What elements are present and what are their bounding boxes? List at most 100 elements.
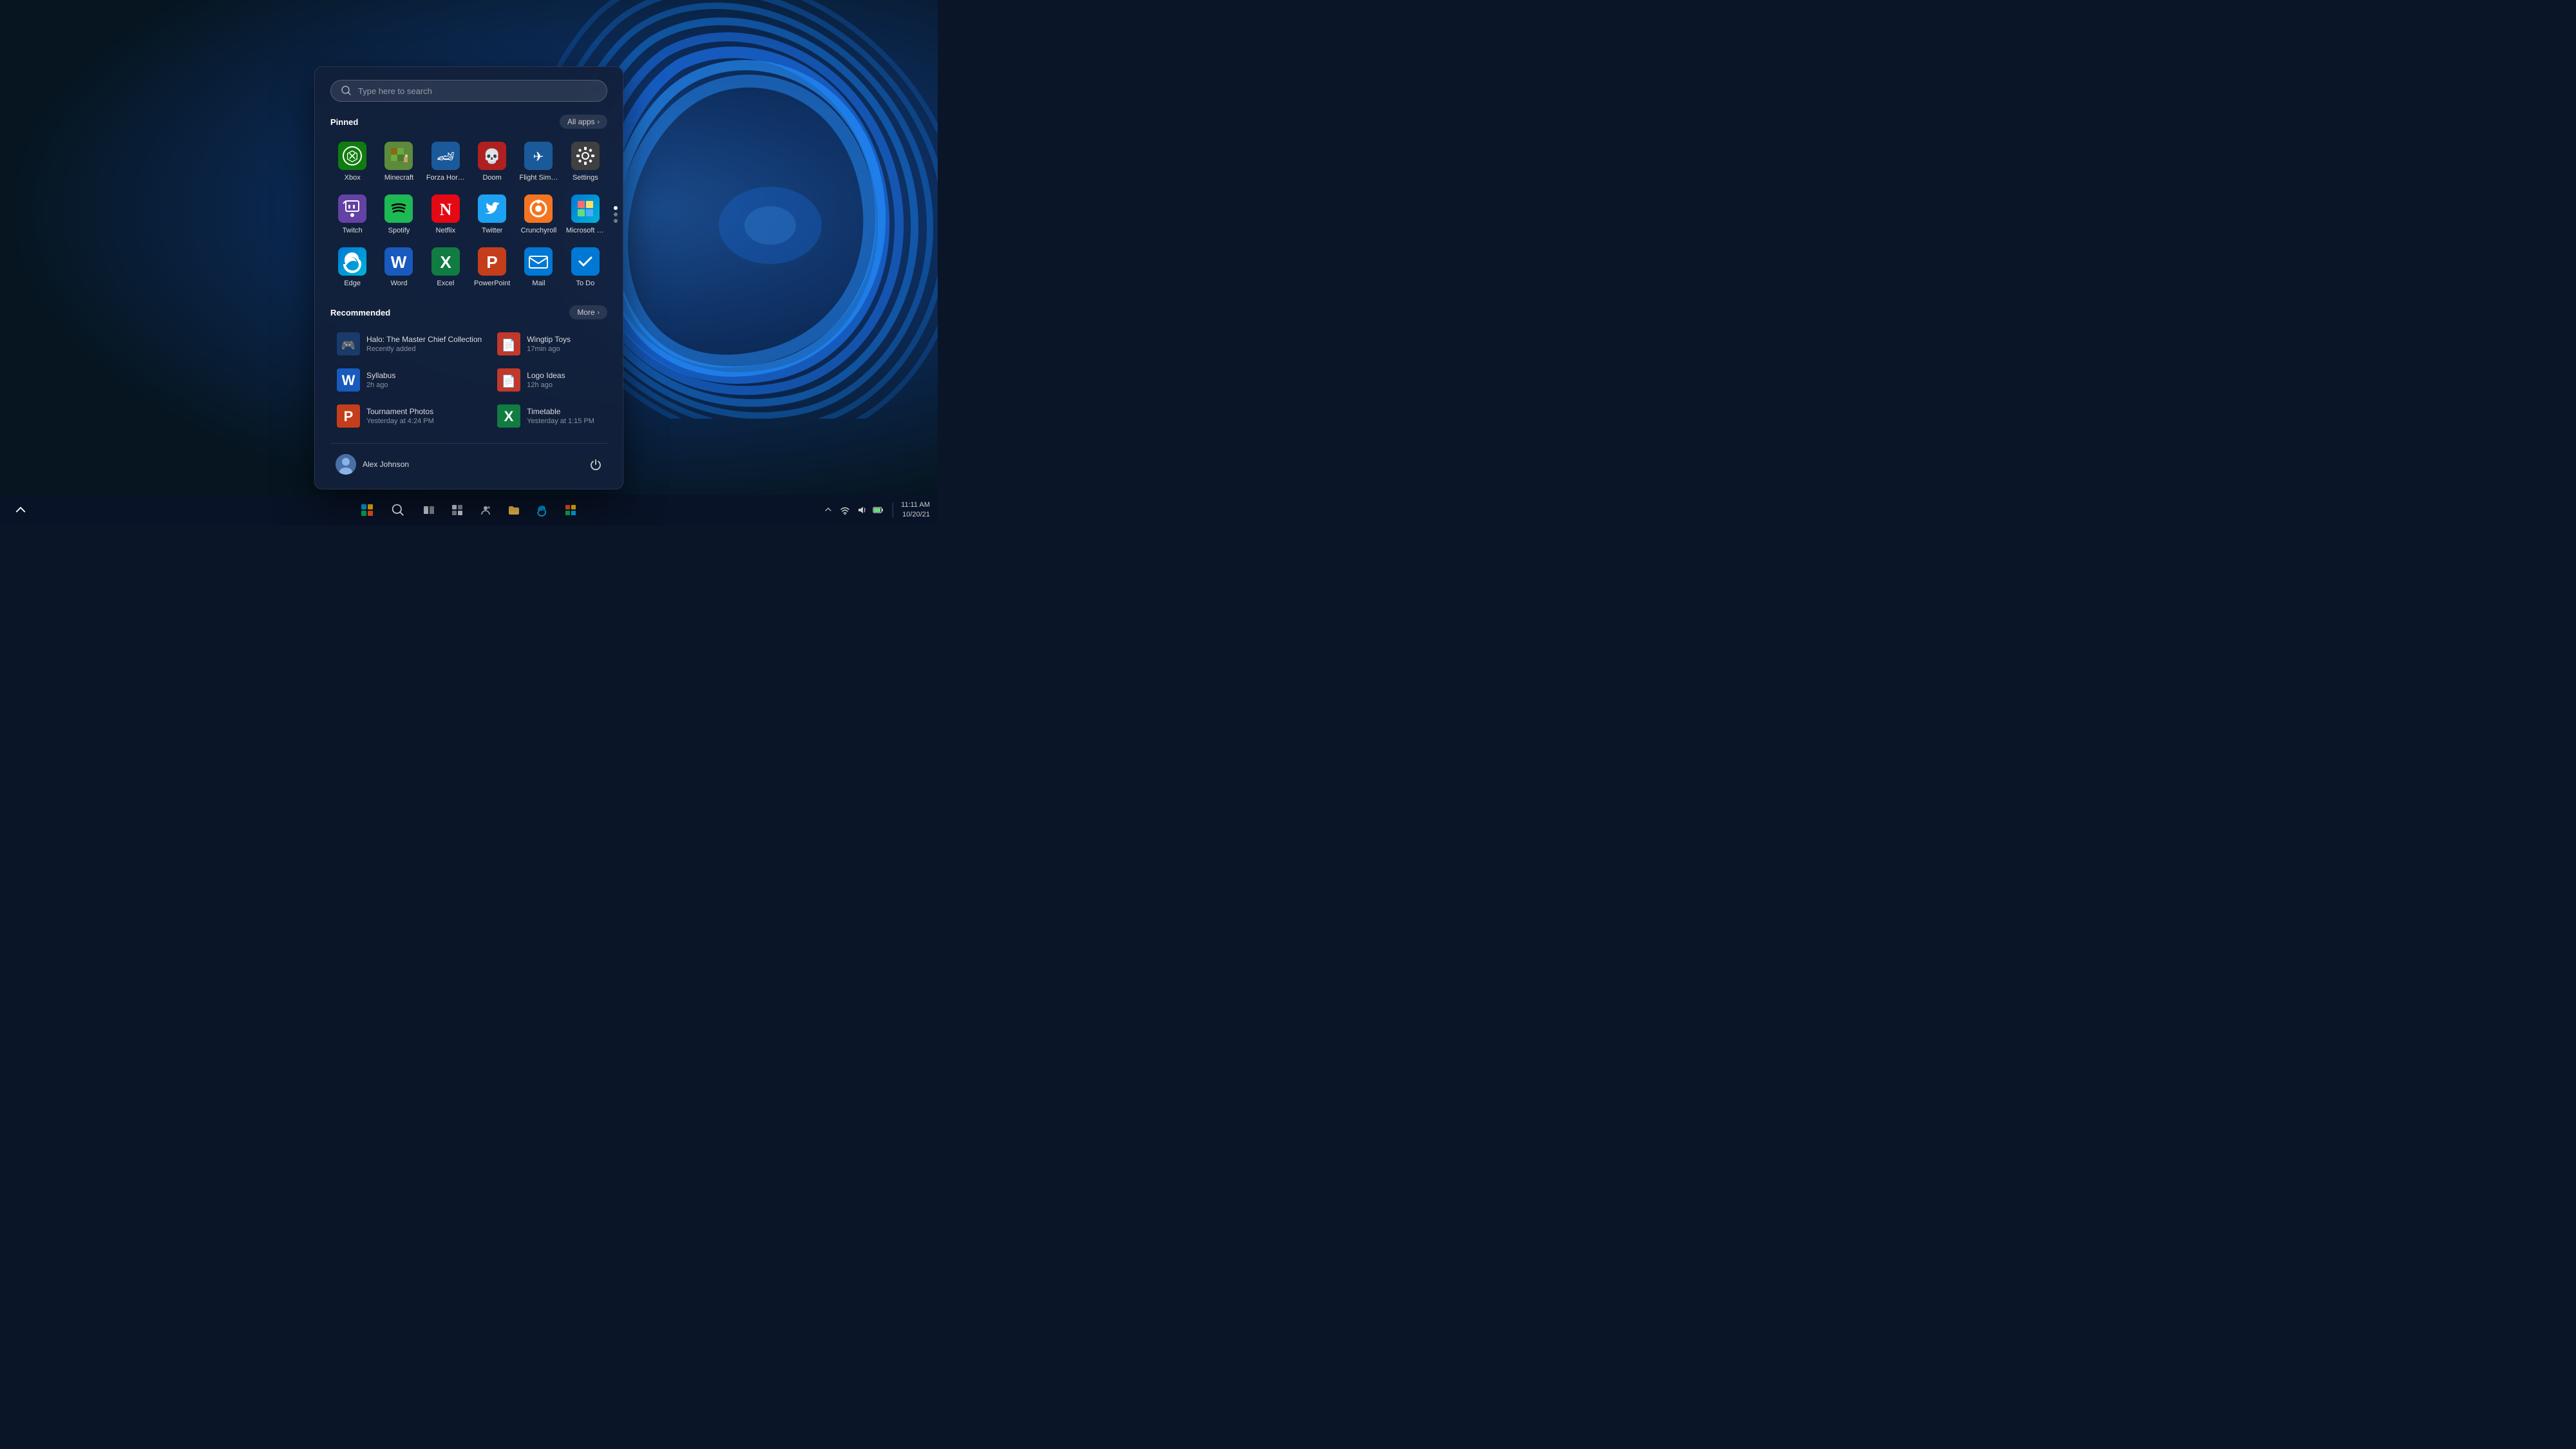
rec-halo[interactable]: 🎮 Halo: The Master Chief Collection Rece… [330, 327, 488, 361]
wingtip-rec-time: 17min ago [527, 345, 571, 353]
twitter-label: Twitter [482, 227, 502, 234]
svg-text:✈: ✈ [533, 150, 544, 164]
rec-syllabus[interactable]: W Syllabus 2h ago [330, 363, 488, 397]
mail-label: Mail [532, 279, 545, 287]
halo-rec-time: Recently added [366, 345, 482, 353]
wifi-icon[interactable] [838, 504, 851, 516]
app-crunchyroll[interactable]: Crunchyroll [516, 189, 560, 240]
taskbar-left [8, 497, 33, 523]
dot-1[interactable] [614, 206, 618, 210]
app-word[interactable]: W Word [377, 242, 421, 292]
store-taskbar-button[interactable] [558, 497, 583, 523]
app-edge[interactable]: Edge [330, 242, 374, 292]
app-netflix[interactable]: N Netflix [424, 189, 468, 240]
chevron-right-icon2: › [598, 309, 600, 316]
pinned-grid: ⬡✕ Xbox Minecraft 🏎 Forza Horizon 4 💀 [330, 137, 607, 292]
twitter-icon [478, 194, 506, 223]
edge-label: Edge [344, 279, 361, 287]
app-excel[interactable]: X Excel [424, 242, 468, 292]
chevron-right-icon: › [598, 118, 600, 126]
halo-rec-name: Halo: The Master Chief Collection [366, 335, 482, 344]
netflix-icon: N [431, 194, 460, 223]
search-bar[interactable] [330, 80, 607, 102]
edge-taskbar-icon [536, 504, 549, 516]
minecraft-label: Minecraft [384, 174, 413, 182]
recommended-title: Recommended [330, 308, 390, 317]
svg-text:P: P [344, 408, 354, 424]
app-settings[interactable]: Settings [564, 137, 607, 187]
svg-text:W: W [391, 252, 407, 272]
app-store[interactable]: Microsoft Store [564, 189, 607, 240]
power-button[interactable] [584, 453, 607, 476]
app-powerpoint[interactable]: P PowerPoint [470, 242, 514, 292]
powerpoint-icon: P [478, 247, 506, 276]
widgets-button[interactable] [444, 497, 470, 523]
taskbar-right: 11:11 AM 10/20/21 [822, 500, 930, 520]
app-twitter[interactable]: Twitter [470, 189, 514, 240]
more-button[interactable]: More › [569, 305, 607, 319]
user-name: Alex Johnson [363, 460, 409, 469]
tournament-rec-name: Tournament Photos [366, 407, 434, 416]
recommended-grid: 🎮 Halo: The Master Chief Collection Rece… [330, 327, 607, 433]
app-mail[interactable]: Mail [516, 242, 560, 292]
teams-button[interactable] [473, 497, 498, 523]
edge-taskbar-button[interactable] [529, 497, 555, 523]
clock[interactable]: 11:11 AM 10/20/21 [901, 500, 930, 520]
todo-label: To Do [576, 279, 594, 287]
desktop: Pinned All apps › ⬡✕ Xbox Minecraft [0, 0, 938, 526]
logo-rec-name: Logo Ideas [527, 371, 565, 380]
app-twitch[interactable]: Twitch [330, 189, 374, 240]
app-flight[interactable]: ✈ Flight Simulator [516, 137, 560, 187]
logo-rec-time: 12h ago [527, 381, 565, 389]
tray-chevron[interactable] [822, 504, 835, 516]
user-profile[interactable]: Alex Johnson [330, 450, 414, 478]
taskbar-search-button[interactable] [383, 497, 413, 523]
forza-icon: 🏎 [431, 142, 460, 170]
task-view-button[interactable] [416, 497, 442, 523]
tournament-rec-icon: P [337, 404, 360, 428]
app-spotify[interactable]: Spotify [377, 189, 421, 240]
rec-wingtip[interactable]: 📄 Wingtip Toys 17min ago [491, 327, 607, 361]
settings-label: Settings [573, 174, 598, 182]
wingtip-rec-name: Wingtip Toys [527, 335, 571, 344]
app-minecraft[interactable]: Minecraft [377, 137, 421, 187]
rec-logo[interactable]: 📄 Logo Ideas 12h ago [491, 363, 607, 397]
app-todo[interactable]: To Do [564, 242, 607, 292]
flight-label: Flight Simulator [519, 174, 558, 182]
wingtip-rec-info: Wingtip Toys 17min ago [527, 335, 571, 353]
dot-3[interactable] [614, 219, 618, 223]
all-apps-button[interactable]: All apps › [560, 115, 607, 129]
volume-icon[interactable] [855, 504, 868, 516]
app-xbox[interactable]: ⬡✕ Xbox [330, 137, 374, 187]
battery-icon[interactable] [872, 504, 885, 516]
syllabus-rec-icon: W [337, 368, 360, 392]
chevron-up-tray[interactable] [8, 497, 33, 523]
search-icon [341, 86, 352, 96]
xbox-icon: ⬡✕ [338, 142, 366, 170]
word-icon: W [384, 247, 413, 276]
store-icon [571, 194, 600, 223]
rec-tournament[interactable]: P Tournament Photos Yesterday at 4:24 PM [330, 399, 488, 433]
svg-text:X: X [440, 252, 451, 272]
minecraft-icon [384, 142, 413, 170]
start-menu: Pinned All apps › ⬡✕ Xbox Minecraft [314, 66, 623, 489]
logo-rec-icon: 📄 [497, 368, 520, 392]
timetable-rec-time: Yesterday at 1:15 PM [527, 417, 594, 425]
rec-timetable[interactable]: X Timetable Yesterday at 1:15 PM [491, 399, 607, 433]
search-input[interactable] [358, 86, 596, 96]
pagination-dots [614, 206, 618, 223]
dot-2[interactable] [614, 213, 618, 216]
svg-text:X: X [504, 408, 514, 424]
timetable-rec-icon: X [497, 404, 520, 428]
powerpoint-label: PowerPoint [474, 279, 510, 287]
flight-icon: ✈ [524, 142, 553, 170]
app-forza[interactable]: 🏎 Forza Horizon 4 [424, 137, 468, 187]
start-button[interactable] [354, 497, 380, 523]
power-icon [589, 458, 602, 471]
app-doom[interactable]: 💀 Doom [470, 137, 514, 187]
folder-icon [507, 504, 520, 516]
settings-icon [571, 142, 600, 170]
file-explorer-button[interactable] [501, 497, 527, 523]
logo-rec-info: Logo Ideas 12h ago [527, 371, 565, 389]
pinned-title: Pinned [330, 117, 358, 127]
